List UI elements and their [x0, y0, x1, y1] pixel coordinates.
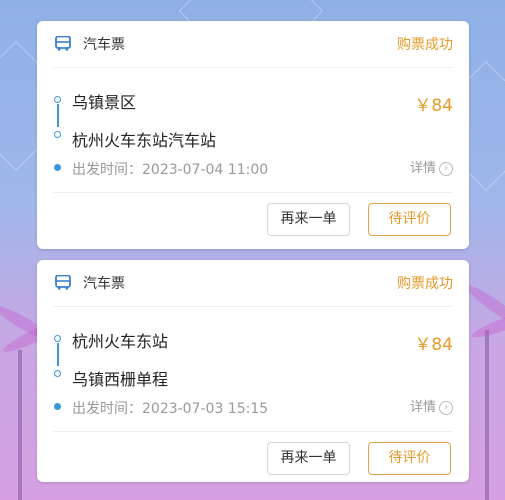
order-card[interactable]: 汽车票 购票成功 乌镇景区 ￥84 杭州火车东站汽车站 出发时间：2023-07…: [37, 21, 469, 249]
price: ￥84: [414, 96, 453, 116]
destination-station: 杭州火车东站汽车站: [72, 131, 217, 150]
order-status: 购票成功: [397, 37, 453, 53]
route: 乌镇景区 ￥84 杭州火车东站汽车站 出发时间：2023-07-04 11:00…: [53, 67, 453, 187]
price: ￥84: [414, 335, 453, 355]
card-header: 汽车票 购票成功: [53, 21, 453, 68]
review-button[interactable]: 待评价: [368, 203, 451, 236]
origin-dot: [54, 335, 61, 342]
chevron-right-icon: ›: [439, 400, 453, 415]
order-card[interactable]: 汽车票 购票成功 杭州火车东站 ￥84 乌镇西栅单程 出发时间：2023-07-…: [37, 260, 469, 482]
detail-link[interactable]: 详情 ›: [410, 157, 453, 176]
departure-time: 出发时间：2023-07-04 11:00: [72, 162, 269, 178]
time-dot: [54, 403, 61, 410]
route: 杭州火车东站 ￥84 乌镇西栅单程 出发时间：2023-07-03 15:15 …: [53, 306, 453, 426]
rebook-button[interactable]: 再来一单: [267, 203, 350, 236]
origin-dot: [54, 96, 61, 103]
bus-icon: [55, 36, 71, 51]
card-header: 汽车票 购票成功: [53, 260, 453, 307]
ticket-type: 汽车票: [83, 37, 125, 53]
bus-icon: [55, 275, 71, 290]
review-button[interactable]: 待评价: [368, 442, 451, 475]
ticket-type: 汽车票: [83, 276, 125, 292]
departure-time: 出发时间：2023-07-03 15:15: [72, 401, 269, 417]
destination-dot: [54, 370, 61, 377]
origin-station: 乌镇景区: [72, 93, 137, 112]
divider: [53, 192, 453, 193]
route-line: [57, 104, 59, 127]
chevron-right-icon: ›: [439, 161, 453, 176]
order-status: 购票成功: [397, 276, 453, 292]
detail-label: 详情: [409, 400, 436, 415]
palm-trunk: [485, 330, 489, 500]
rebook-button[interactable]: 再来一单: [267, 442, 350, 475]
detail-label: 详情: [409, 161, 436, 176]
origin-station: 杭州火车东站: [72, 332, 169, 351]
route-line: [57, 343, 59, 366]
time-dot: [54, 164, 61, 171]
divider: [53, 431, 453, 432]
detail-link[interactable]: 详情 ›: [410, 396, 453, 415]
destination-station: 乌镇西栅单程: [72, 370, 169, 389]
destination-dot: [54, 131, 61, 138]
palm-trunk: [18, 350, 22, 500]
